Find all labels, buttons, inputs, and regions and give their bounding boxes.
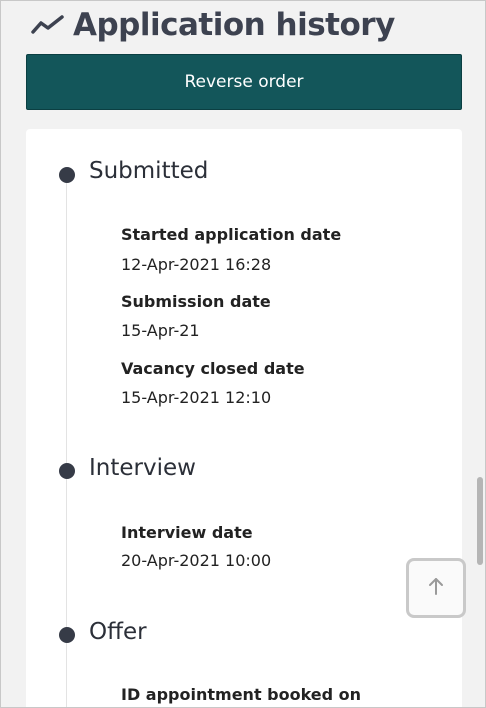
arrow-up-icon xyxy=(427,576,445,600)
field-label: Vacancy closed date xyxy=(121,359,305,378)
page-title: Application history xyxy=(73,7,395,43)
field-label: Started application date xyxy=(121,225,342,244)
field-label: Submission date xyxy=(121,292,271,311)
field-value: 12-Apr-2021 16:28 xyxy=(121,255,272,274)
history-card: Submitted Started application date 12-Ap… xyxy=(26,129,462,707)
field-value: 15-Apr-21 xyxy=(121,321,200,340)
stage-title: Interview xyxy=(89,455,196,481)
trend-line-icon xyxy=(31,8,65,42)
field-value: 20-Apr-2021 10:00 xyxy=(121,551,272,570)
field-value: 15-Apr-2021 12:10 xyxy=(121,388,272,407)
stage-title: Offer xyxy=(89,619,147,645)
reverse-order-button[interactable]: Reverse order xyxy=(26,54,462,110)
timeline-dot xyxy=(59,627,75,643)
page-header: Application history xyxy=(31,5,395,45)
field-label: Interview date xyxy=(121,523,253,542)
timeline-dot xyxy=(59,463,75,479)
stage-title: Submitted xyxy=(89,158,209,184)
timeline-dot xyxy=(59,167,75,183)
back-to-top-button[interactable] xyxy=(406,558,466,618)
page-frame: Application history Reverse order Submit… xyxy=(0,0,486,708)
scrollbar-thumb[interactable] xyxy=(477,477,483,565)
field-label: ID appointment booked on xyxy=(121,685,362,704)
